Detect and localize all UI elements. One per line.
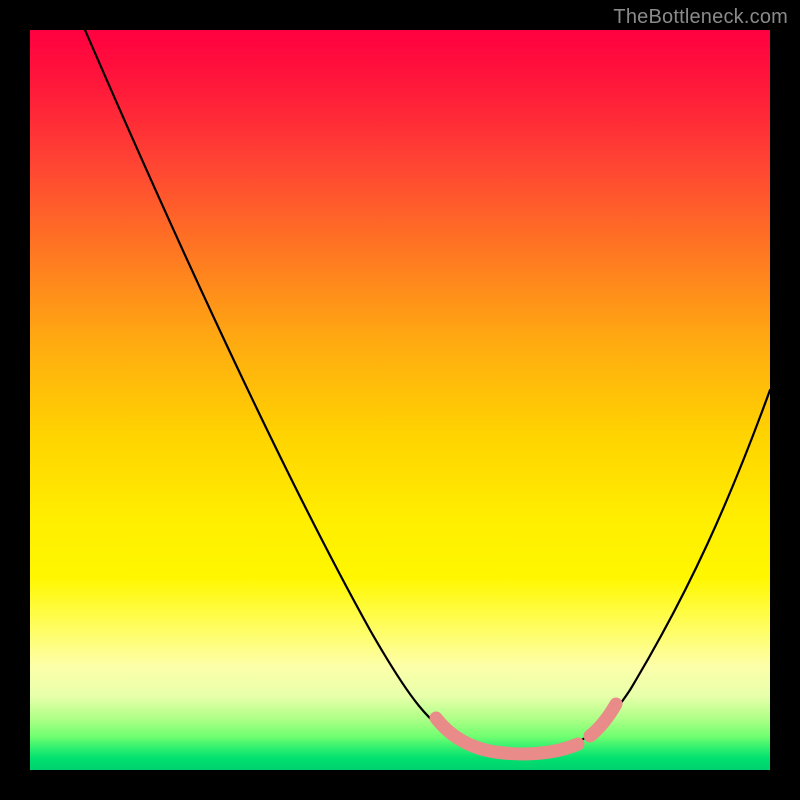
watermark: TheBottleneck.com xyxy=(613,6,788,29)
plot-area xyxy=(30,30,770,770)
curve-layer xyxy=(30,30,770,770)
bottleneck-curve xyxy=(85,30,770,752)
highlight-segment xyxy=(436,704,616,754)
chart-container: TheBottleneck.com xyxy=(0,0,800,800)
